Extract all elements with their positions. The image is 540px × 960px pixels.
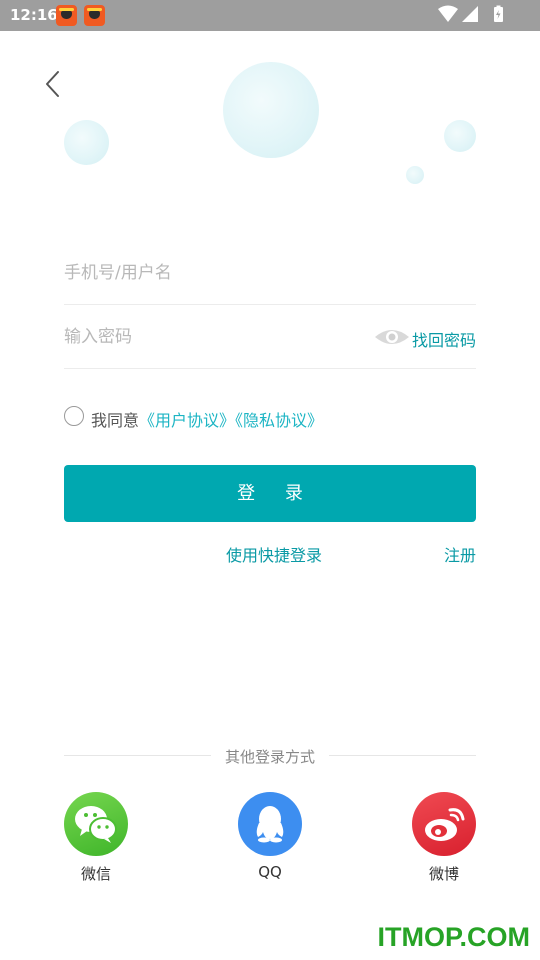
other-login-divider: 其他登录方式 <box>64 745 476 767</box>
password-row: 找回密码 <box>64 305 476 369</box>
decorative-bubble <box>223 62 319 158</box>
other-login-title: 其他登录方式 <box>224 748 315 766</box>
privacy-agreement-link[interactable]: 《隐私协议》 <box>235 411 323 430</box>
divider-line <box>329 755 476 756</box>
wechat-icon <box>64 792 128 856</box>
eye-icon[interactable] <box>374 327 410 347</box>
weibo-login-button[interactable]: 微博 <box>412 792 476 888</box>
weibo-icon <box>412 792 476 856</box>
notification-app-icon <box>84 5 105 26</box>
user-agreement-link[interactable]: 《用户协议》 <box>139 411 235 430</box>
qq-login-button[interactable]: QQ <box>238 792 302 888</box>
agree-prefix: 我同意 <box>91 411 140 430</box>
register-link[interactable]: 注册 <box>444 542 476 566</box>
wifi-icon <box>438 5 458 22</box>
signal-icon <box>462 6 478 22</box>
agreement-text: 我同意《用户协议》《隐私协议》 <box>91 407 323 431</box>
qq-label: QQ <box>258 863 282 881</box>
weibo-label: 微博 <box>428 865 459 883</box>
notification-app-icon <box>56 5 77 26</box>
qq-icon <box>238 792 302 856</box>
decorative-bubble <box>444 120 476 152</box>
status-bar: 12:16 <box>0 0 540 31</box>
back-button[interactable] <box>38 68 70 100</box>
wechat-login-button[interactable]: 微信 <box>64 792 128 888</box>
status-time: 12:16 <box>10 6 58 24</box>
username-row <box>64 241 476 305</box>
decorative-bubble <box>406 166 424 184</box>
wechat-label: 微信 <box>80 865 111 883</box>
battery-icon <box>494 5 503 22</box>
username-input[interactable] <box>64 241 364 304</box>
agree-checkbox[interactable] <box>64 406 84 426</box>
login-button[interactable]: 登 录 <box>64 465 476 522</box>
password-input[interactable] <box>64 305 364 368</box>
watermark-logo: ITMOP.COM <box>377 922 530 952</box>
chevron-left-icon <box>46 71 59 97</box>
forgot-password-link[interactable]: 找回密码 <box>412 327 476 351</box>
decorative-bubble <box>64 120 109 165</box>
system-status-icons <box>438 5 503 22</box>
quick-login-link[interactable]: 使用快捷登录 <box>226 542 322 566</box>
